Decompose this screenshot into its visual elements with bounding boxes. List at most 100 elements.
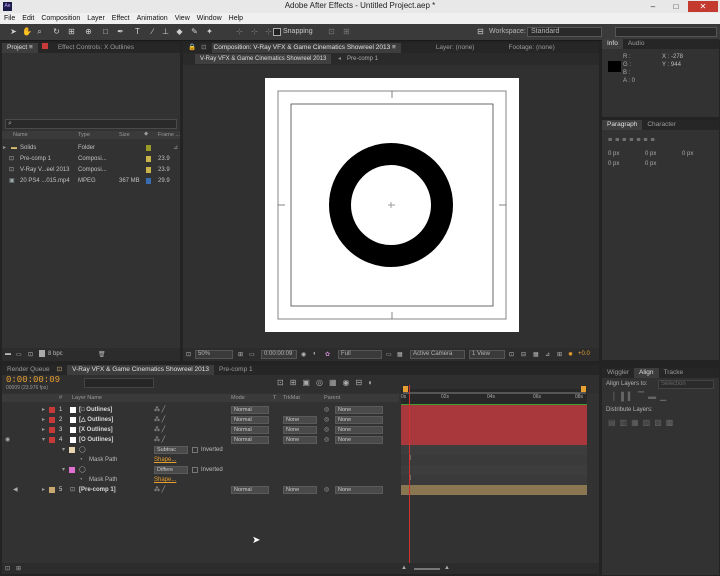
eraser-tool-icon[interactable]: ◆	[175, 27, 184, 37]
tab-effect-controls[interactable]: Effect Controls: X Outlines	[53, 43, 139, 53]
brush-tool-icon[interactable]: ∕	[148, 27, 157, 37]
tab-audio[interactable]: Audio	[623, 39, 650, 49]
maximize-button[interactable]: □	[665, 1, 687, 12]
toggle-pixel-aspect-icon[interactable]: ⊡	[509, 351, 514, 358]
column-name[interactable]: Name	[13, 132, 28, 138]
current-time[interactable]: 0:00:00:09	[6, 375, 60, 385]
label-color-swatch[interactable]	[49, 427, 55, 433]
puppet-pin-tool-icon[interactable]: ✦	[205, 27, 214, 37]
inverted-checkbox[interactable]	[192, 467, 198, 473]
list-item[interactable]: ⊡ Pre-comp 1 Composi... 23.9	[2, 154, 180, 164]
align-buttons[interactable]: ▕▐▍▔▬▁	[608, 392, 670, 401]
list-item[interactable]: ▸ ▬ Solids Folder ⊿	[2, 143, 180, 153]
hand-tool-icon[interactable]: ✋	[22, 27, 32, 37]
tab-paragraph[interactable]: Paragraph	[602, 120, 643, 130]
mask-color-swatch[interactable]	[69, 447, 75, 453]
close-button[interactable]: ✕	[688, 1, 718, 12]
local-axis-icon[interactable]: ⊹	[235, 27, 244, 37]
mask-mode-select[interactable]: Differe	[154, 466, 188, 474]
column-size[interactable]: Size	[119, 132, 130, 138]
column-t[interactable]: T	[273, 395, 276, 401]
layer-name[interactable]: [□ Outlines]	[79, 405, 112, 415]
column-frame[interactable]: Frame ...	[158, 132, 180, 138]
menu-composition[interactable]: Composition	[41, 15, 80, 22]
menu-effect[interactable]: Effect	[112, 15, 130, 22]
collapse-arrow-icon[interactable]: ▾	[62, 465, 65, 475]
column-trkmat[interactable]: TrkMat	[283, 395, 300, 401]
mask-property-row[interactable]: ◔ Mask Path Shape...	[2, 475, 399, 485]
pan-behind-tool-icon[interactable]: ⊕	[84, 27, 93, 37]
nav-comp-main[interactable]: V-Ray VFX & Game Cinematics Showreel 201…	[195, 54, 332, 64]
view-axis-icon[interactable]: ⊹	[264, 27, 273, 37]
delete-icon[interactable]: 🗑	[98, 351, 106, 358]
world-axis-icon[interactable]: ⊹	[250, 27, 259, 37]
snapping-checkbox[interactable]	[273, 28, 281, 36]
label-color-swatch[interactable]	[146, 145, 151, 151]
table-row[interactable]: ◀ ▸ 5 ⊡ [Pre-comp 1] ⁂ ╱ Normal None ◎ N…	[2, 485, 399, 495]
label-color-swatch[interactable]	[146, 178, 151, 184]
magnification-icon[interactable]: ⊡	[186, 351, 191, 358]
workspace-menu-icon[interactable]: ⊟	[476, 27, 485, 37]
align-to-select[interactable]: Selection	[658, 380, 714, 389]
collapse-arrow-icon[interactable]: ▾	[62, 445, 65, 455]
expand-arrow-icon[interactable]: ▸	[42, 425, 45, 435]
tab-project[interactable]: Project ≡	[2, 43, 38, 53]
layer-switches[interactable]: ⁂ ╱	[154, 415, 165, 425]
mask-row[interactable]: ▾ ◯ Differe Inverted	[2, 465, 399, 475]
list-item[interactable]: ⊡ V-Ray V...eel 2013 Composi... 23.9	[2, 165, 180, 175]
view-layout-select[interactable]: 1 View	[469, 350, 505, 359]
trkmat-select[interactable]: None	[283, 486, 317, 494]
tab-timeline-precomp[interactable]: Pre-comp 1	[214, 365, 258, 375]
menu-animation[interactable]: Animation	[137, 15, 168, 22]
layer-name[interactable]: [Pre-comp 1]	[79, 485, 116, 495]
parent-select[interactable]: None	[335, 486, 383, 494]
trkmat-select[interactable]: None	[283, 426, 317, 434]
list-item[interactable]: ▣ 20 PS4 ...015.mp4 MPEG 367 MB 29.9	[2, 176, 180, 186]
layer-switches[interactable]: ⁂ ╱	[154, 435, 165, 445]
tab-layer[interactable]: Layer: (none)	[431, 43, 480, 53]
layer-duration-bar[interactable]	[401, 405, 587, 415]
stopwatch-icon[interactable]: ◔	[79, 455, 83, 465]
layer-search-input[interactable]	[84, 378, 154, 388]
clone-stamp-tool-icon[interactable]: ⊥	[161, 27, 170, 37]
zoom-tool-icon[interactable]: ⌕	[35, 27, 44, 37]
new-folder-icon[interactable]: ▭	[16, 351, 22, 358]
toggle-modes-icon[interactable]: ⊞	[16, 565, 21, 572]
menu-window[interactable]: Window	[197, 15, 222, 22]
tab-tracker[interactable]: Tracke	[659, 368, 689, 378]
timeline-switches[interactable]: ⊡⊞▣◎▦◉⊟◐	[277, 378, 379, 387]
mode-select[interactable]: Normal	[231, 416, 269, 424]
label-color-swatch[interactable]	[146, 156, 151, 162]
tab-character[interactable]: Character	[642, 120, 681, 130]
expand-arrow-icon[interactable]: ▸	[3, 143, 6, 153]
new-composition-icon[interactable]: ⊡	[28, 351, 33, 358]
resolution-grid-icon[interactable]: ⊞	[238, 351, 243, 358]
parent-pickwhip-icon[interactable]: ◎	[324, 425, 329, 435]
mode-select[interactable]: Normal	[231, 436, 269, 444]
parent-pickwhip-icon[interactable]: ◎	[324, 415, 329, 425]
exposure-value[interactable]: +0.0	[578, 351, 590, 357]
roto-brush-tool-icon[interactable]: ✎	[190, 27, 199, 37]
search-help-input[interactable]	[615, 27, 717, 37]
menu-edit[interactable]: Edit	[22, 15, 34, 22]
layer-switches[interactable]: ⁂ ╱	[154, 405, 165, 415]
timecode-display[interactable]: 0:00:00:09	[261, 350, 297, 359]
snap-edges-icon[interactable]: ⊡	[327, 27, 336, 37]
snapshot-icon[interactable]: ◉	[301, 351, 306, 358]
spacing-fields[interactable]: 0 px 0 px	[608, 161, 656, 167]
layer-name[interactable]: [△ Outlines]	[79, 415, 113, 425]
tab-wiggler[interactable]: Wiggler	[602, 368, 634, 378]
nav-comp-precomp[interactable]: Pre-comp 1	[347, 54, 378, 64]
zoom-select[interactable]: 50%	[195, 350, 233, 359]
color-depth-icon[interactable]	[39, 350, 45, 357]
layer-duration-bar[interactable]	[401, 485, 587, 495]
label-color-swatch[interactable]	[49, 407, 55, 413]
parent-pickwhip-icon[interactable]: ◎	[324, 435, 329, 445]
channel-icon[interactable]: ✿	[325, 351, 330, 358]
mask-path-value[interactable]: Shape...	[154, 455, 176, 465]
parent-select[interactable]: None	[335, 426, 383, 434]
rectangle-tool-icon[interactable]: □	[101, 27, 110, 37]
current-time-indicator[interactable]	[409, 385, 410, 574]
layer-switches[interactable]: ⁂ ╱	[154, 485, 165, 495]
column-mode[interactable]: Mode	[231, 395, 245, 401]
